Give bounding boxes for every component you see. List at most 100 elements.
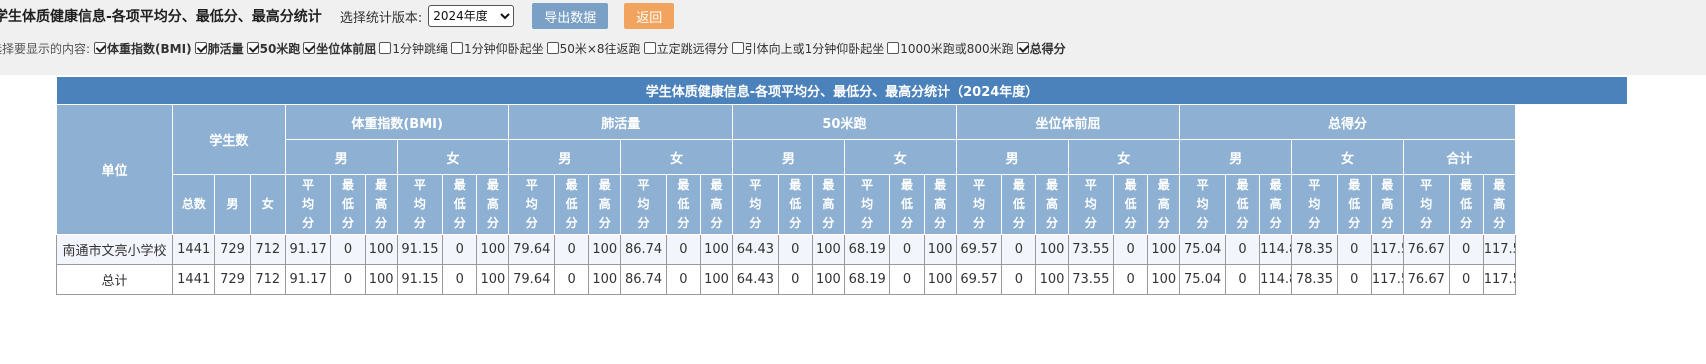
option-label: 体重指数(BMI) [107,41,192,56]
version-select[interactable]: 2024年度 [428,5,515,27]
options-list: 体重指数(BMI) 肺活量 50米跑 坐位体前屈 1分钟跳绳 1分钟仰卧起坐 50米×8往返… [94,40,1069,57]
page-title: 学生体质健康信息-各项平均分、最低分、最高分统计 [0,9,322,25]
gender-female-header: 女 [1067,139,1181,175]
option-8[interactable]: 引体向上或1分钟仰卧起坐 [731,40,884,57]
display-options: 选择要显示的内容: 体重指数(BMI) 肺活量 50米跑 坐位体前屈 1分钟跳绳 1分钟仰… [0,37,1069,59]
option-label: 50米×8往返跑 [559,41,641,56]
value-cell: 69.57 [955,234,1003,265]
avg-score-header: 平均分 [1179,174,1226,235]
gender-male-header: 男 [1179,139,1293,175]
value-cell: 0 [1001,234,1037,265]
option-10[interactable]: 总得分 [1016,40,1066,57]
option-9[interactable]: 1000米跑或800米跑 [887,40,1014,57]
avg-score-header: 平均分 [1402,174,1450,235]
value-cell: 73.55 [1067,264,1115,295]
option-1[interactable]: 肺活量 [194,40,244,57]
max-score-header: 最高分 [1370,174,1404,235]
value-cell: 78.35 [1291,234,1338,265]
stats-table: 学生体质健康信息-各项平均分、最低分、最高分统计（2024年度） 单位 学生数 体重… [55,76,1629,295]
checkbox-checked-icon[interactable] [94,42,107,54]
checkbox-checked-icon[interactable] [194,42,207,54]
toolbar: 学生体质健康信息-各项平均分、最低分、最高分统计 选择统计版本: 2024年度 … [0,0,1706,75]
item-header: 总得分 [1179,104,1516,140]
avg-score-header: 平均分 [1067,174,1115,235]
table-row: 总计 1441 729 712 91.17 0 100 91.15 0 100 79.64 0 100 8… [56,264,1628,295]
min-score-header: 最低分 [1336,174,1372,235]
avg-score-header: 平均分 [620,174,667,235]
value-cell: 91.17 [284,234,332,265]
value-cell: 0 [1336,264,1372,295]
value-cell: 0 [330,234,366,265]
value-cell: 76.67 [1402,234,1450,265]
max-score-header: 最高分 [476,174,510,235]
checkbox-checked-icon[interactable] [303,42,316,54]
checkbox-unchecked-icon[interactable] [887,42,900,54]
max-score-header: 最高分 [1147,174,1181,235]
min-score-header: 最低分 [554,174,590,235]
value-cell: 100 [1035,264,1069,295]
value-cell: 76.67 [1402,264,1450,295]
value-cell: 0 [1448,234,1484,265]
option-label: 50米跑 [259,41,301,56]
option-4[interactable]: 1分钟跳绳 [379,40,448,57]
max-score-header: 最高分 [364,174,398,235]
value-cell: 68.19 [843,264,891,295]
value-cell: 117.5 [1370,234,1404,265]
value-cell: 0 [777,264,813,295]
option-5[interactable]: 1分钟仰卧起坐 [450,40,544,57]
max-score-header: 最高分 [923,174,957,235]
gender-male-header: 男 [284,139,398,175]
option-6[interactable]: 50米×8往返跑 [546,40,641,57]
checkbox-unchecked-icon[interactable] [379,42,392,54]
checkbox-unchecked-icon[interactable] [450,42,463,54]
value-cell: 100 [923,264,957,295]
value-cell: 64.43 [732,264,779,295]
checkbox-unchecked-icon[interactable] [546,42,559,54]
value-cell: 100 [811,234,845,265]
value-cell: 0 [442,234,478,265]
value-cell: 0 [330,264,366,295]
max-score-header: 最高分 [1035,174,1069,235]
option-0[interactable]: 体重指数(BMI) [94,40,192,57]
value-cell: 75.04 [1179,264,1226,295]
value-cell: 100 [364,234,398,265]
value-cell: 1441 [171,264,216,295]
value-cell: 100 [588,264,622,295]
value-cell: 79.64 [508,264,556,295]
student-count-header: 女 [249,174,286,235]
value-cell: 729 [214,264,251,295]
option-label: 坐位体前屈 [316,41,377,56]
avg-score-header: 平均分 [508,174,556,235]
option-label: 总得分 [1029,41,1066,56]
checkbox-unchecked-icon[interactable] [643,42,656,54]
option-label: 1分钟仰卧起坐 [463,41,544,56]
option-3[interactable]: 坐位体前屈 [303,40,376,57]
value-cell: 64.43 [732,234,779,265]
min-score-header: 最低分 [1001,174,1037,235]
value-cell: 0 [1113,264,1149,295]
gender-female-header: 女 [620,139,734,175]
value-cell: 0 [1224,264,1261,295]
value-cell: 86.74 [620,264,667,295]
value-cell: 712 [249,234,286,265]
checkbox-checked-icon[interactable] [1016,42,1029,54]
value-cell: 0 [1113,234,1149,265]
value-cell: 0 [889,264,925,295]
option-label: 1分钟跳绳 [392,41,448,56]
option-2[interactable]: 50米跑 [246,40,301,57]
option-7[interactable]: 立定跳远得分 [643,40,729,57]
min-score-header: 最低分 [665,174,702,235]
value-cell: 100 [476,234,510,265]
avg-score-header: 平均分 [843,174,891,235]
unit-cell: 总计 [56,264,173,295]
gender-female-header: 女 [843,139,957,175]
export-button[interactable]: 导出数据 [532,3,609,29]
gender-male-header: 男 [955,139,1069,175]
min-score-header: 最低分 [1113,174,1149,235]
checkbox-unchecked-icon[interactable] [731,42,744,54]
back-button[interactable]: 返回 [624,3,675,29]
value-cell: 0 [554,264,590,295]
checkbox-checked-icon[interactable] [246,42,259,54]
student-count-header: 总数 [171,174,216,235]
max-score-header: 最高分 [1259,174,1293,235]
